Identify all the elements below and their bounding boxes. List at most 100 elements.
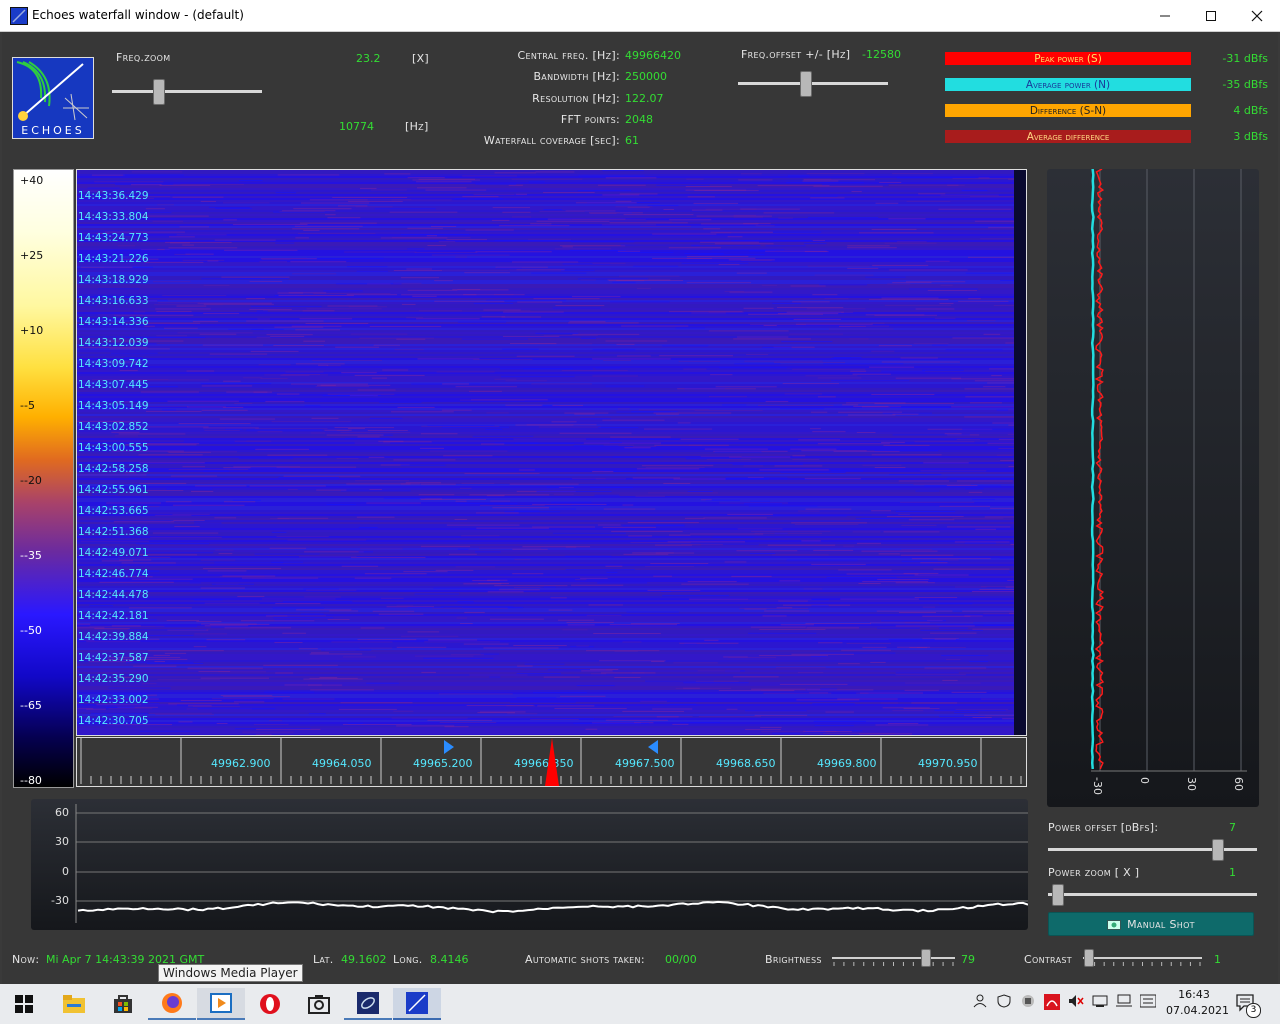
close-button[interactable] — [1234, 0, 1280, 31]
now-label: Now: — [12, 953, 40, 966]
acrobat-icon[interactable] — [1044, 994, 1060, 1014]
color-scale-label: --35 — [20, 549, 42, 562]
legend-swatch: Difference (S-N) — [945, 104, 1191, 117]
power-zoom-slider-track[interactable] — [1048, 893, 1257, 896]
color-scale-label: +10 — [20, 324, 44, 337]
store-icon — [114, 995, 132, 1013]
waterfall-timestamp: 14:42:42.181 — [78, 610, 149, 622]
freq-offset-slider-thumb[interactable] — [800, 71, 813, 97]
brightness-value: 79 — [961, 953, 975, 966]
central-freq-value: 49966420 — [625, 49, 681, 62]
long-label: Long. — [393, 953, 423, 966]
freq-offset-slider-track[interactable] — [738, 82, 888, 85]
power-zoom-slider-thumb[interactable] — [1051, 884, 1064, 906]
freq-zoom-slider-track[interactable] — [112, 90, 262, 93]
volume-muted-icon[interactable] — [1068, 994, 1084, 1012]
camera-app-button[interactable] — [295, 988, 343, 1020]
frequency-tick-label: 49965.200 — [413, 757, 473, 770]
freq-zoom-slider-thumb[interactable] — [153, 79, 166, 105]
power-axis-label: 60 — [1232, 777, 1245, 791]
echoes-logo: ECHOES — [12, 57, 94, 139]
frequency-tick-label: 49969.800 — [817, 757, 877, 770]
notification-center-button[interactable]: 3 — [1236, 993, 1261, 1018]
power-history-chart: 60 30 0 -30 — [31, 799, 1028, 930]
center-frequency-marker-icon — [545, 738, 559, 786]
power-panel: -30 0 30 60 — [1047, 169, 1259, 807]
manual-shot-button[interactable]: Manual Shot — [1048, 912, 1254, 936]
opera-button[interactable] — [246, 988, 294, 1020]
shots-value: 00/00 — [665, 953, 697, 966]
maximize-icon — [1206, 10, 1216, 21]
title-bar: Echoes waterfall window - (default) — [0, 0, 1280, 32]
satellite-app-button[interactable] — [344, 988, 392, 1020]
power-offset-slider-track[interactable] — [1048, 848, 1257, 851]
freq-zoom-hz-unit: [Hz] — [405, 120, 429, 133]
color-scale-label: --65 — [20, 699, 42, 712]
echoes-app-icon — [10, 7, 28, 25]
color-scale-label: --80 — [20, 774, 42, 787]
frequency-tick-label: 49967.500 — [615, 757, 675, 770]
file-explorer-button[interactable] — [50, 988, 98, 1020]
color-scale-label: --50 — [20, 624, 42, 637]
brightness-label: Brightness — [765, 953, 822, 966]
waterfall-coverage-label: Waterfall coverage [sec]: — [483, 134, 620, 147]
firefox-button[interactable] — [148, 988, 196, 1020]
notification-count: 3 — [1246, 1003, 1261, 1018]
resolution-label: Resolution [Hz]: — [532, 92, 620, 105]
display-icon[interactable] — [1116, 994, 1132, 1012]
brightness-slider-thumb[interactable] — [921, 949, 932, 967]
maximize-button[interactable] — [1188, 0, 1234, 31]
bluetooth-device-icon[interactable] — [1021, 994, 1035, 1012]
central-freq-label: Central freq. [Hz]: — [517, 49, 620, 62]
legend-value: 3 dBfs — [1233, 130, 1268, 143]
fft-points-label: FFT points: — [560, 113, 620, 126]
minimize-button[interactable] — [1142, 0, 1188, 31]
freq-zoom-unit: [X] — [412, 52, 430, 65]
echoes-app-icon — [406, 992, 428, 1014]
right-marker-icon[interactable] — [647, 740, 659, 754]
left-marker-icon[interactable] — [443, 740, 455, 754]
contrast-slider-thumb[interactable] — [1084, 949, 1095, 967]
freq-zoom-hz-value: 10774 — [339, 120, 374, 133]
freq-zoom-label: Freq.zoom — [116, 51, 171, 64]
brightness-slider-track[interactable] — [832, 957, 955, 959]
power-history-plot — [75, 804, 1028, 923]
power-axis-label: 30 — [1185, 777, 1198, 791]
power-offset-label: Power offset [dBfs]: — [1048, 821, 1159, 834]
taskbar: 16:43 07.04.2021 3 — [0, 984, 1280, 1024]
media-player-button[interactable] — [197, 988, 245, 1020]
frequency-tick-label: 49964.050 — [312, 757, 372, 770]
close-icon — [1251, 10, 1263, 21]
language-icon[interactable] — [1139, 994, 1157, 1012]
legend-value: -35 dBfs — [1222, 78, 1268, 91]
freq-zoom-value: 23.2 — [356, 52, 381, 65]
windows-start-button[interactable] — [0, 988, 48, 1020]
waterfall-timestamp: 14:42:46.774 — [78, 568, 149, 580]
waterfall-timestamp: 14:43:12.039 — [78, 337, 149, 349]
frequency-tick-label: 49962.900 — [211, 757, 271, 770]
waterfall-timestamp: 14:42:44.478 — [78, 589, 149, 601]
resolution-value: 122.07 — [625, 92, 664, 105]
power-axis-label: 0 — [1138, 777, 1151, 784]
firefox-icon — [162, 993, 182, 1013]
logo-text: ECHOES — [21, 124, 85, 137]
people-icon[interactable] — [973, 994, 987, 1012]
store-button[interactable] — [99, 988, 147, 1020]
camera-icon — [1107, 920, 1122, 930]
power-offset-slider-thumb[interactable] — [1211, 839, 1224, 861]
waterfall-timestamp: 14:42:51.368 — [78, 526, 149, 538]
waterfall-timestamp: 14:43:36.429 — [78, 190, 149, 202]
power-zoom-label: Power zoom [ X ] — [1048, 866, 1140, 879]
waterfall-timestamp: 14:43:24.773 — [78, 232, 149, 244]
echoes-taskbar-button[interactable] — [393, 988, 441, 1020]
clock[interactable]: 16:43 07.04.2021 — [1166, 988, 1229, 1017]
waterfall-display[interactable]: 14:43:36.429 14:43:33.804 14:43:24.773 14:4… — [76, 169, 1027, 736]
security-shield-icon[interactable] — [997, 994, 1011, 1012]
contrast-slider-track[interactable] — [1083, 957, 1202, 959]
camera-app-icon — [308, 995, 330, 1014]
power-zoom-value: 1 — [1229, 866, 1236, 879]
waterfall-timestamp: 14:42:55.961 — [78, 484, 149, 496]
network-icon[interactable] — [1092, 994, 1108, 1012]
frequency-axis[interactable]: 49962.900 49964.050 49965.200 49966.350 4996… — [76, 737, 1027, 787]
contrast-slider-ticks — [1084, 962, 1201, 966]
